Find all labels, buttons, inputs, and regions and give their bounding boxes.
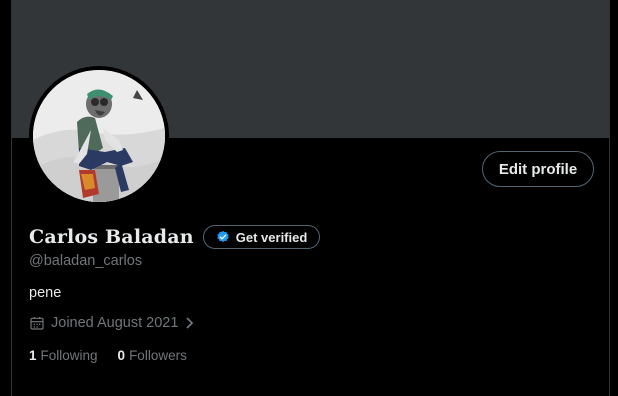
followers-count: 0 — [117, 348, 126, 363]
avatar[interactable] — [33, 70, 165, 202]
edit-profile-label: Edit profile — [498, 160, 578, 178]
joined-label: Joined August 2021 — [51, 315, 179, 331]
name-row: Carlos Baladan Get verified — [29, 222, 321, 252]
user-handle: @baladan_carlos — [29, 253, 143, 269]
followers-label: Followers — [129, 348, 187, 363]
following-link[interactable]: 1 Following — [29, 348, 98, 363]
profile-column: Edit profile Carlos Baladan Get verified… — [11, 0, 610, 396]
profile-page: Edit profile Carlos Baladan Get verified… — [0, 0, 618, 396]
following-count: 1 — [29, 348, 37, 363]
chevron-right-icon — [184, 316, 196, 330]
get-verified-label: Get verified — [235, 229, 308, 245]
followers-link[interactable]: 0 Followers — [118, 348, 187, 363]
calendar-icon — [29, 315, 45, 331]
get-verified-button[interactable]: Get verified — [202, 225, 321, 249]
follow-stats: 1 Following 0 Followers — [29, 348, 187, 363]
verified-badge-icon — [216, 230, 230, 244]
edit-profile-button[interactable]: Edit profile — [482, 151, 594, 187]
joined-date[interactable]: Joined August 2021 — [29, 315, 196, 331]
avatar-frame[interactable] — [29, 66, 169, 206]
following-label: Following — [40, 348, 98, 363]
display-name: Carlos Baladan — [29, 226, 194, 248]
user-bio: pene — [29, 285, 62, 301]
